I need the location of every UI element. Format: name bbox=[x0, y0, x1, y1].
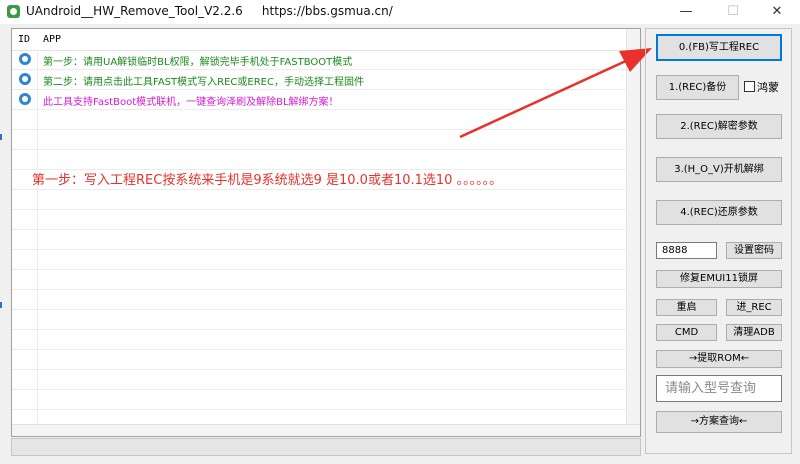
column-header-app: APP bbox=[43, 34, 62, 45]
status-bar bbox=[11, 438, 641, 456]
instruction-annotation: 第一步：写入工程REC按系统来手机是9系统就选9 是10.0或者10.1选10 … bbox=[32, 173, 503, 188]
write-rec-button[interactable]: 0.(FB)写工程REC bbox=[656, 34, 782, 61]
edge-mark bbox=[0, 134, 2, 140]
decrypt-params-button[interactable]: 2.(REC)解密参数 bbox=[656, 114, 782, 139]
edge-mark bbox=[0, 302, 2, 308]
list-item[interactable]: 第一步：请用UA解锁临时BL权限，解锁完毕手机处于FASTBOOT模式 bbox=[12, 50, 640, 70]
empty-row bbox=[12, 370, 640, 390]
radio-dot-icon bbox=[19, 73, 31, 85]
empty-row bbox=[12, 290, 640, 310]
cmd-button[interactable]: CMD bbox=[656, 324, 717, 341]
title-bar: UAndroid__HW_Remove_Tool_V2.2.6 https://… bbox=[0, 0, 800, 24]
close-button[interactable]: ✕ bbox=[754, 0, 800, 24]
horizontal-scrollbar[interactable] bbox=[12, 424, 640, 436]
list-item[interactable]: 此工具支持FastBoot模式联机，一键查询泽刷及解除BL解绑方案！ bbox=[12, 90, 640, 110]
list-item[interactable]: 第二步：请用点击此工具FAST模式写入REC或EREC，手动选择工程固件 bbox=[12, 70, 640, 90]
query-plan-button[interactable]: →方案查询← bbox=[656, 411, 782, 433]
empty-row bbox=[12, 110, 640, 130]
list-header: ID APP bbox=[12, 29, 640, 51]
minimize-button[interactable]: — bbox=[663, 0, 709, 24]
repair-emui-lockscreen-button[interactable]: 修复EMUI11锁屏 bbox=[656, 270, 782, 288]
app-list-panel[interactable]: ID APP 第一步：请用UA解锁临时BL权限，解锁完毕手机处于FASTBOOT… bbox=[11, 28, 641, 437]
boot-unbind-button[interactable]: 3.(H_O_V)开机解绑 bbox=[656, 157, 782, 182]
enter-rec-button[interactable]: 进_REC bbox=[726, 299, 782, 316]
list-item-text: 第一步：请用UA解锁临时BL权限，解锁完毕手机处于FASTBOOT模式 bbox=[43, 57, 353, 68]
window-title: UAndroid__HW_Remove_Tool_V2.2.6 https://… bbox=[26, 4, 393, 18]
empty-row bbox=[12, 390, 640, 410]
password-input[interactable] bbox=[656, 242, 717, 259]
harmony-checkbox-label: 鸿蒙 bbox=[757, 81, 779, 94]
reboot-button[interactable]: 重启 bbox=[656, 299, 717, 316]
android-app-icon bbox=[7, 5, 20, 18]
empty-row bbox=[12, 130, 640, 150]
empty-row bbox=[12, 310, 640, 330]
empty-row bbox=[12, 350, 640, 370]
list-item-text: 第二步：请用点击此工具FAST模式写入REC或EREC，手动选择工程固件 bbox=[43, 77, 364, 88]
empty-row bbox=[12, 230, 640, 250]
empty-row bbox=[12, 190, 640, 210]
radio-dot-icon bbox=[19, 53, 31, 65]
empty-row bbox=[12, 250, 640, 270]
clear-adb-button[interactable]: 清理ADB bbox=[726, 324, 782, 341]
backup-button[interactable]: 1.(REC)备份 bbox=[656, 75, 739, 100]
set-password-button[interactable]: 设置密码 bbox=[726, 242, 782, 259]
model-search-input[interactable] bbox=[656, 375, 782, 402]
empty-row bbox=[12, 330, 640, 350]
restore-params-button[interactable]: 4.(REC)还原参数 bbox=[656, 200, 782, 225]
extract-rom-button[interactable]: →提取ROM← bbox=[656, 350, 782, 368]
harmony-checkbox[interactable] bbox=[744, 81, 755, 92]
maximize-button[interactable]: ☐ bbox=[710, 0, 756, 24]
empty-row bbox=[12, 210, 640, 230]
list-item-text: 此工具支持FastBoot模式联机，一键查询泽刷及解除BL解绑方案！ bbox=[43, 97, 339, 108]
radio-dot-icon bbox=[19, 93, 31, 105]
empty-row bbox=[12, 150, 640, 170]
column-divider bbox=[37, 50, 38, 430]
vertical-scrollbar[interactable] bbox=[626, 29, 640, 436]
column-header-id: ID bbox=[18, 34, 31, 45]
empty-row bbox=[12, 270, 640, 290]
